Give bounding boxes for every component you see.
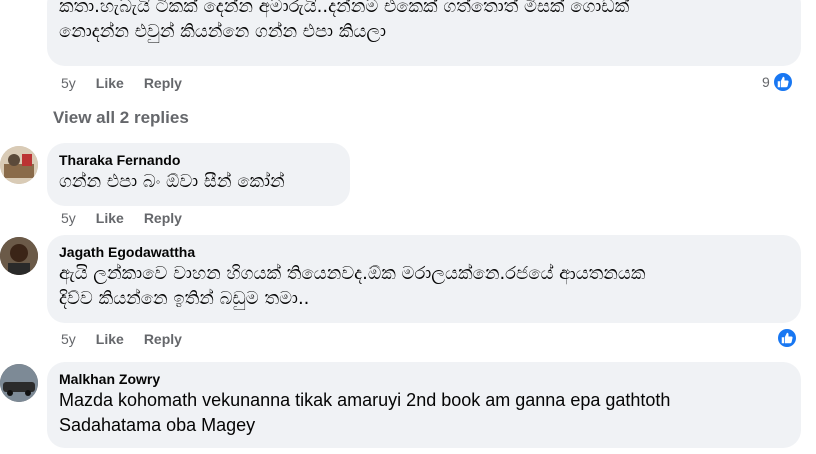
comment-text-line: කතා.හැබැයි ටිකක් දෙන්න අමාරුයි..දන්නම එක… [59, 0, 630, 17]
comment-age: 5y [61, 210, 76, 226]
like-button[interactable]: Like [96, 75, 124, 91]
comment-age: 5y [61, 75, 76, 91]
like-button[interactable]: Like [96, 331, 124, 347]
comment-text-line: නොදන්න එවුන් කියන්නෙ ගන්න එපා කියලා [59, 21, 387, 42]
reply-button[interactable]: Reply [144, 75, 182, 91]
comment-text-line: Mazda kohomath vekunanna tikak amaruyi 2… [59, 390, 671, 410]
like-thumb-icon [771, 71, 794, 93]
avatar[interactable] [0, 237, 38, 275]
reply-button[interactable]: Reply [144, 331, 182, 347]
reaction-count: 9 [762, 74, 770, 90]
comment-author[interactable]: Jagath Egodawattha [59, 243, 789, 261]
comment-age: 5y [61, 331, 76, 347]
view-all-replies-link[interactable]: View all 2 replies [53, 108, 189, 128]
comment-bubble: Malkhan Zowry Mazda kohomath vekunanna t… [47, 362, 801, 448]
comment-actions: 5y Like Reply [61, 329, 202, 349]
avatar[interactable] [0, 146, 38, 184]
reply-button[interactable]: Reply [144, 210, 182, 226]
avatar[interactable] [0, 364, 38, 402]
reaction-summary[interactable] [774, 327, 798, 349]
comment-bubble: Tharaka Fernando ගන්න එපා බං ඕවා සීන් කෝ… [47, 143, 350, 206]
comment-text-line: Sadahatama oba Magey [59, 415, 256, 435]
comment-text-line: ඇයි ලන්කාවෙ වාහන හිගයක් තියෙනවද.ඕක මරාලය… [59, 263, 646, 284]
comment-bubble-top: කතා.හැබැයි ටිකක් දෙන්න අමාරුයි..දන්නම එක… [47, 0, 801, 66]
reaction-summary[interactable]: 9 [762, 71, 794, 93]
comment-text-line: දිව්ව කියන්නෙ ඉතින් බඩුම තමා.. [59, 288, 310, 309]
like-button[interactable]: Like [96, 210, 124, 226]
comment-actions: 5y Like Reply [61, 208, 202, 228]
like-thumb-icon [776, 327, 798, 349]
comment-text: ගන්න එපා බං ඕවා සීන් කෝන් [59, 171, 285, 192]
comment-author[interactable]: Tharaka Fernando [59, 151, 338, 169]
comment-actions-top: 5y Like Reply [61, 73, 202, 93]
comment-bubble: Jagath Egodawattha ඇයි ලන්කාවෙ වාහන හිගය… [47, 235, 801, 323]
comment-author[interactable]: Malkhan Zowry [59, 370, 789, 388]
